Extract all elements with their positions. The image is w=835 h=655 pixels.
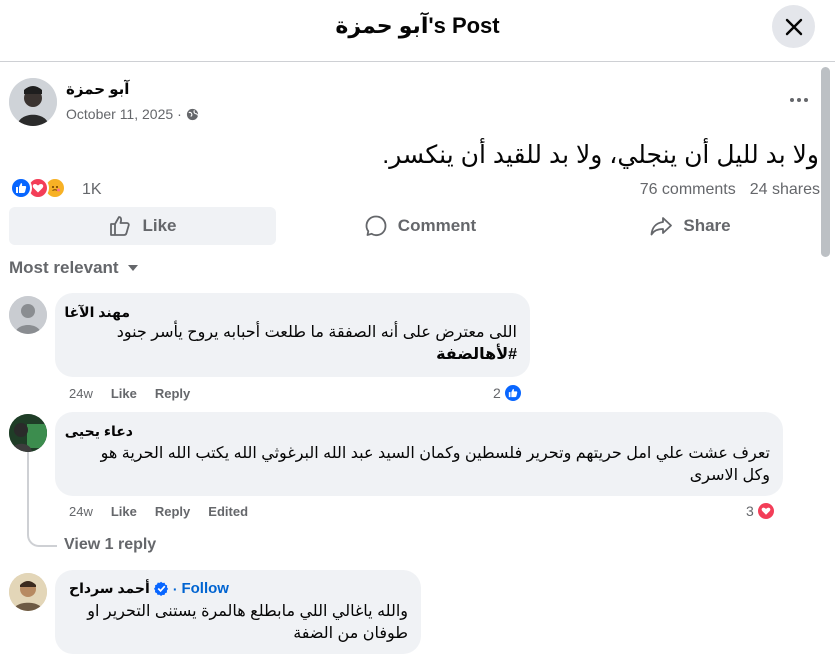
more-options-button[interactable]	[785, 88, 813, 112]
commenter-avatar[interactable]	[9, 414, 47, 452]
post-date[interactable]: October 11, 2025 ·	[66, 106, 199, 122]
scrollbar-thumb[interactable]	[821, 67, 830, 257]
post-dialog-header: آبو حمزة's Post	[0, 0, 835, 62]
comment-text: والله ياغالي اللي مابطلع هالمرة يستنى ال…	[87, 603, 408, 642]
comment-reply-button[interactable]: Reply	[155, 504, 190, 519]
globe-icon	[186, 108, 198, 120]
comment-button[interactable]: Comment	[300, 207, 540, 245]
comment-sort-dropdown[interactable]: Most relevant	[9, 258, 139, 278]
comment-like-button[interactable]: Like	[111, 386, 137, 401]
commenter-header: أحمد سرداح · Follow	[69, 580, 229, 597]
comment-reply-button[interactable]: Reply	[155, 386, 190, 401]
reaction-count[interactable]: 1K	[82, 181, 102, 199]
love-icon	[755, 501, 776, 521]
reply-thread-line	[27, 452, 57, 547]
like-label: Like	[142, 216, 177, 235]
close-icon	[785, 18, 802, 35]
comment-like-button[interactable]: Like	[111, 504, 137, 519]
commenter-name[interactable]: أحمد سرداح	[69, 580, 150, 597]
comment-reactions[interactable]: 3	[746, 501, 776, 521]
comment-time[interactable]: 24w	[69, 504, 93, 519]
comment-text: اللى معترض على أنه الصفقة ما طلعت أحبابه…	[67, 322, 517, 366]
comment-reaction-count: 2	[493, 385, 501, 401]
share-label: Share	[683, 216, 731, 235]
commenter-avatar[interactable]	[9, 573, 47, 611]
sort-label: Most relevant	[9, 258, 119, 277]
hashtag-link[interactable]: #لأهالضفة	[67, 344, 517, 366]
verified-badge-icon	[153, 581, 168, 596]
reactions-summary[interactable]	[10, 177, 66, 199]
share-icon	[650, 217, 673, 236]
shares-count[interactable]: 24 shares	[750, 181, 820, 199]
comment-text: تعرف عشت علي امل حريتهم وتحرير فلسطين وك…	[100, 445, 770, 484]
view-replies-button[interactable]: View 1 reply	[64, 536, 156, 554]
comment-meta: 24w Like Reply	[69, 386, 190, 401]
caret-down-icon	[127, 265, 138, 271]
like-icon	[10, 177, 32, 199]
post-text: ولا بد لليل أن ينجلي، ولا بد للقيد أن ين…	[382, 141, 819, 169]
comment-icon	[365, 215, 387, 237]
post-date-text: October 11, 2025	[66, 106, 174, 122]
commenter-avatar[interactable]	[9, 296, 47, 334]
author-name[interactable]: آبو حمزة	[66, 80, 129, 98]
dialog-title: آبو حمزة's Post	[335, 13, 500, 38]
thumbs-up-icon	[110, 216, 131, 236]
comment-edited-label[interactable]: Edited	[208, 504, 248, 519]
comment-reactions[interactable]: 2	[493, 383, 523, 403]
commenter-name[interactable]: دعاء يحيى	[65, 423, 133, 440]
comment-text-line: اللى معترض على أنه الصفقة ما طلعت أحبابه…	[116, 324, 517, 341]
close-button[interactable]	[772, 5, 815, 48]
like-icon	[502, 383, 523, 403]
comments-count[interactable]: 76 comments	[640, 181, 736, 199]
comment-reaction-count: 3	[746, 503, 754, 519]
follow-button[interactable]: Follow	[181, 580, 229, 597]
author-avatar[interactable]	[9, 78, 57, 126]
comment-time[interactable]: 24w	[69, 386, 93, 401]
post-stats: 76 comments 24 shares	[640, 181, 820, 199]
comment-label: Comment	[397, 216, 477, 235]
more-icon	[790, 98, 794, 102]
like-button[interactable]: Like	[9, 207, 276, 245]
share-button[interactable]: Share	[570, 207, 810, 245]
commenter-name[interactable]: مهند الآغا	[64, 304, 130, 321]
comment-meta: 24w Like Reply Edited	[69, 504, 248, 519]
